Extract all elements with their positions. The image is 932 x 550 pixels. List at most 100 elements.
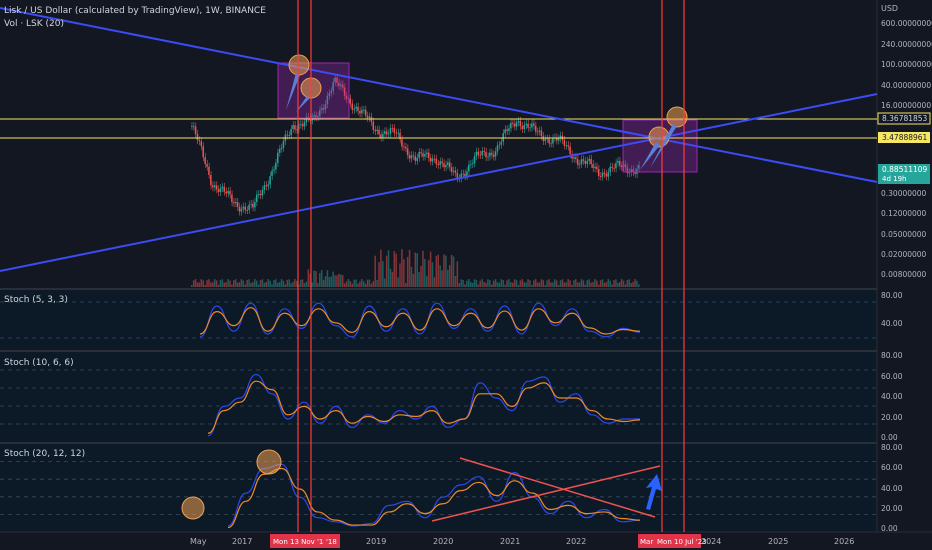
volume-bar [531,284,533,287]
volume-bar [563,282,566,287]
volume-bar [192,280,195,287]
candle-body [468,164,470,172]
candle-body [609,166,611,173]
volume-bar [389,268,392,287]
stoch2-legend[interactable]: Stoch (10, 6, 6) [4,358,74,368]
stoch3-legend[interactable]: Stoch (20, 12, 12) [4,449,85,459]
volume-bar [571,284,573,287]
volume-bar [607,279,610,287]
volume-bar [196,282,199,287]
time-tick: 2017 [232,537,252,546]
volume-bar [561,279,564,287]
candle-body [292,125,294,129]
volume-bar [332,271,334,287]
volume-bar [217,284,220,287]
candle-body [628,172,631,174]
candle-body [225,191,227,194]
candle-body [406,148,409,156]
symbol-title[interactable]: Lisk / US Dollar (calculated by TradingV… [4,6,266,16]
volume-bar [208,279,210,287]
candle-body [378,129,380,135]
volume-bar [511,282,514,287]
volume-bar [324,276,327,287]
stoch1-tick: 80.00 [881,291,903,300]
volume-bar [227,279,229,287]
volume-bar [303,283,306,287]
candle-body [366,115,369,118]
date-marker-right-text: Mon 10 Jul '23 [657,538,707,546]
volume-bar [341,275,344,287]
marker-circle[interactable] [288,54,310,76]
candle-body [462,173,464,175]
volume-bar [521,279,524,287]
candle-body [359,111,361,114]
volume-bar [284,284,287,287]
candle-body [599,176,602,177]
volume-bar [351,283,354,287]
volume-bar [361,279,363,287]
volume-bar [319,273,321,287]
candle-body [471,163,474,165]
volume-bar [362,281,365,287]
volume-bar [263,282,266,287]
candle-body [192,126,195,127]
candle-body [534,125,537,132]
volume-bar [427,260,430,287]
volume-legend[interactable]: Vol · LSK (20) [4,19,64,29]
volume-bar [447,269,449,287]
candle-body [364,109,367,116]
currency-label: USD [881,4,898,13]
candle-body [233,202,235,204]
candle-body [552,138,554,144]
volume-bar [500,279,503,287]
stoch2-pane[interactable] [0,352,877,442]
candle-body [294,125,296,130]
price-tick: 0.12000000 [881,209,927,218]
volume-bar [441,270,443,287]
volume-bar [588,279,590,287]
marker-circle[interactable] [256,449,282,475]
volume-bar [515,280,518,287]
stoch1-legend[interactable]: Stoch (5, 3, 3) [4,295,68,305]
candle-body [408,155,411,159]
volume-bar [624,284,627,287]
candle-body [450,167,453,172]
volume-bar [248,279,250,287]
volume-bar [221,279,224,287]
candle-body [288,135,290,136]
volume-bar [578,282,581,287]
volume-bar [601,279,604,287]
candle-body [252,203,254,208]
candle-body [496,145,499,152]
volume-bar [269,280,271,287]
candle-body [380,134,382,138]
candle-body [601,172,604,177]
candle-body [525,123,527,126]
stoch1-pane[interactable] [0,290,877,350]
candle-body [494,151,497,157]
candle-body [269,176,271,185]
volume-bar [519,280,522,287]
candle-body [426,152,428,155]
volume-bar [288,279,290,287]
candle-body [290,128,292,136]
volume-bar [378,262,380,287]
trading-chart[interactable]: Lisk / US Dollar (calculated by TradingV… [0,0,932,550]
date-marker-left-text: Mon 13 Nov '17 [273,538,328,546]
volume-bar [471,282,474,287]
price-tick: 0.05000000 [881,230,927,239]
candle-body [536,131,539,133]
volume-bar [460,279,462,287]
candle-body [200,141,203,147]
marker-circle[interactable] [181,496,205,520]
candle-body [412,155,415,157]
volume-bar [496,282,499,287]
marker-circle[interactable] [648,126,670,148]
volume-bar [618,281,621,287]
candle-body [259,194,262,196]
volume-bar [238,282,241,287]
price-tick: 0.02000000 [881,250,927,259]
volume-bar [475,279,478,287]
candle-body [615,162,617,169]
candle-body [506,129,508,132]
